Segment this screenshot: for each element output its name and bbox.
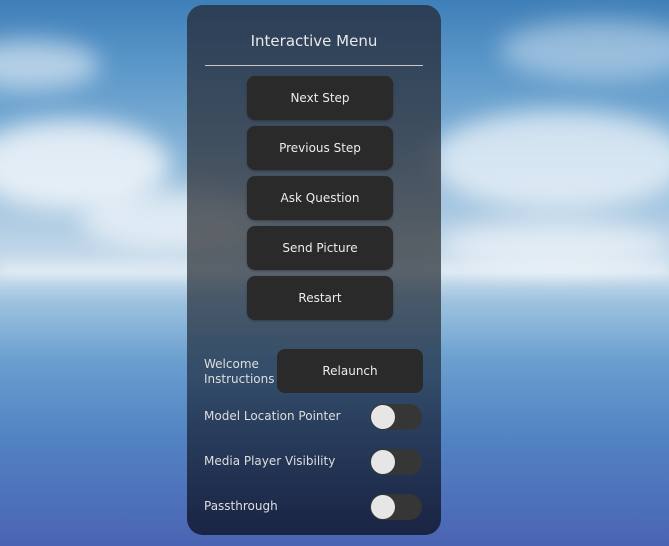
toggle-knob [371, 450, 395, 474]
interactive-menu-panel: Interactive Menu Next Step Previous Step… [187, 5, 441, 535]
title-divider [205, 65, 423, 66]
relaunch-button[interactable]: Relaunch [277, 349, 423, 393]
media-player-visibility-label: Media Player Visibility [204, 454, 336, 468]
cloud [0, 40, 100, 90]
passthrough-label: Passthrough [204, 499, 278, 513]
ask-question-button[interactable]: Ask Question [247, 176, 393, 220]
welcome-label-line1: Welcome [204, 357, 259, 371]
next-step-button[interactable]: Next Step [247, 76, 393, 120]
sky-background: Interactive Menu Next Step Previous Step… [0, 0, 669, 546]
cloud [500, 20, 669, 80]
cloud [430, 110, 669, 210]
menu-title: Interactive Menu [250, 32, 378, 50]
restart-button[interactable]: Restart [247, 276, 393, 320]
toggle-knob [371, 405, 395, 429]
model-location-pointer-toggle[interactable] [370, 404, 422, 430]
previous-step-button[interactable]: Previous Step [247, 126, 393, 170]
passthrough-toggle[interactable] [370, 494, 422, 520]
welcome-label-line2: Instructions [204, 372, 275, 386]
send-picture-button[interactable]: Send Picture [247, 226, 393, 270]
model-location-pointer-label: Model Location Pointer [204, 409, 341, 423]
welcome-instructions-label: Welcome Instructions [204, 357, 284, 387]
media-player-visibility-toggle[interactable] [370, 449, 422, 475]
toggle-knob [371, 495, 395, 519]
